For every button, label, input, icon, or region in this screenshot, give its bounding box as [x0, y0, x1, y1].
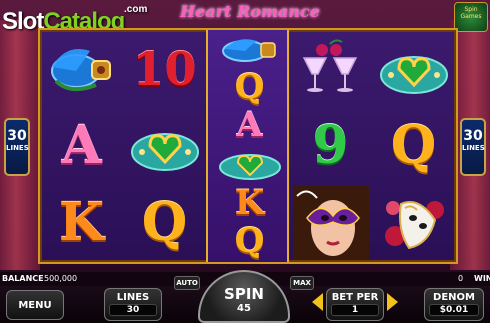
symbol-letter: Q — [372, 107, 455, 184]
reel-1: A K — [40, 30, 123, 262]
max-button[interactable]: MAX — [290, 276, 314, 290]
green-heart-jewel-icon — [379, 55, 448, 94]
symbol-letter-text: K — [58, 191, 105, 253]
watermark-suffix: .com — [124, 4, 148, 15]
symbol-green-heart-jewel — [208, 144, 291, 184]
lines-badge-label: LINES — [462, 144, 485, 152]
symbol-letter-text: K — [234, 183, 265, 223]
symbol-letter-text: Q — [141, 191, 188, 253]
symbol-letter: 10 — [123, 30, 206, 107]
denom-label: DENOM — [433, 292, 475, 303]
symbol-letter: A — [40, 107, 123, 184]
bet-per-value: 1 — [331, 304, 379, 316]
champagne-glasses-icon — [302, 38, 357, 92]
symbol-blue-feather-mask — [40, 30, 123, 107]
reel-5: Q — [372, 30, 455, 262]
lines-badge-left: 30 LINES — [4, 118, 30, 176]
symbol-letter: A — [208, 106, 291, 144]
win-label: WIN — [474, 274, 490, 283]
symbol-letter-text: 10 — [132, 41, 197, 96]
symbol-letter-text: A — [61, 114, 102, 176]
green-heart-jewel-icon — [130, 132, 199, 171]
auto-button[interactable]: AUTO — [174, 276, 200, 290]
symbol-blue-feather-mask — [208, 30, 291, 68]
masked-woman-icon — [292, 185, 369, 260]
symbol-letter: 9 — [289, 107, 372, 184]
lines-badge-label: LINES — [6, 144, 29, 152]
symbol-letter-text: Q — [390, 114, 437, 176]
symbol-letter-text: A — [236, 105, 263, 145]
reel-2: 10 Q — [123, 30, 206, 262]
lines-control[interactable]: LINES 30 — [104, 288, 162, 321]
symbol-letter-text: Q — [234, 67, 265, 107]
lines-control-label: LINES — [116, 292, 150, 303]
symbol-masked-woman — [289, 184, 372, 261]
symbol-letter: K — [208, 184, 291, 222]
symbol-letter: Q — [208, 222, 291, 260]
denom-value: $0.01 — [429, 304, 479, 316]
symbol-letter-text: 9 — [312, 114, 349, 176]
lines-control-value: 30 — [109, 304, 157, 316]
symbol-white-mask-roses — [372, 184, 455, 261]
spin-bet-total: 45 — [237, 303, 251, 314]
balance-label: BALANCE — [2, 274, 44, 283]
symbol-letter-text: Q — [234, 221, 265, 261]
symbol-green-heart-jewel — [372, 30, 455, 107]
bet-per-control[interactable]: BET PER 1 — [326, 288, 384, 321]
header: SlotCatalog .com Heart Romance Spin Game… — [0, 0, 490, 35]
green-heart-jewel-icon — [218, 154, 281, 180]
lines-badge-right: 30 LINES — [460, 118, 486, 176]
win-value: 0 — [458, 274, 464, 283]
white-mask-roses-icon — [384, 200, 444, 249]
symbol-champagne-glasses — [289, 30, 372, 107]
reel-window: A K 10 Q Q A K Q 9 Q — [38, 28, 458, 264]
lines-badge-value: 30 — [7, 128, 27, 144]
reel-4: 9 — [289, 30, 372, 262]
blue-feather-mask-icon — [50, 48, 111, 91]
blue-feather-mask-icon — [221, 39, 276, 62]
symbol-green-heart-jewel — [123, 107, 206, 184]
symbol-letter: Q — [208, 68, 291, 106]
menu-button-label: MENU — [18, 300, 52, 311]
lines-badge-value: 30 — [463, 128, 483, 144]
bet-increase-arrow-icon[interactable] — [387, 293, 398, 311]
menu-button[interactable]: MENU — [6, 290, 64, 320]
provider-logo: Spin Games — [454, 2, 488, 32]
reel-3-highlighted: Q A K Q — [206, 30, 289, 262]
spin-button-label: SPIN — [224, 285, 264, 303]
game-title: Heart Romance — [180, 2, 320, 21]
symbol-letter: K — [40, 184, 123, 261]
denom-control[interactable]: DENOM $0.01 — [424, 288, 484, 321]
bet-per-label: BET PER — [331, 292, 379, 303]
symbol-letter: Q — [123, 184, 206, 261]
bet-decrease-arrow-icon[interactable] — [312, 293, 323, 311]
balance-value: 500,000 — [44, 274, 78, 283]
